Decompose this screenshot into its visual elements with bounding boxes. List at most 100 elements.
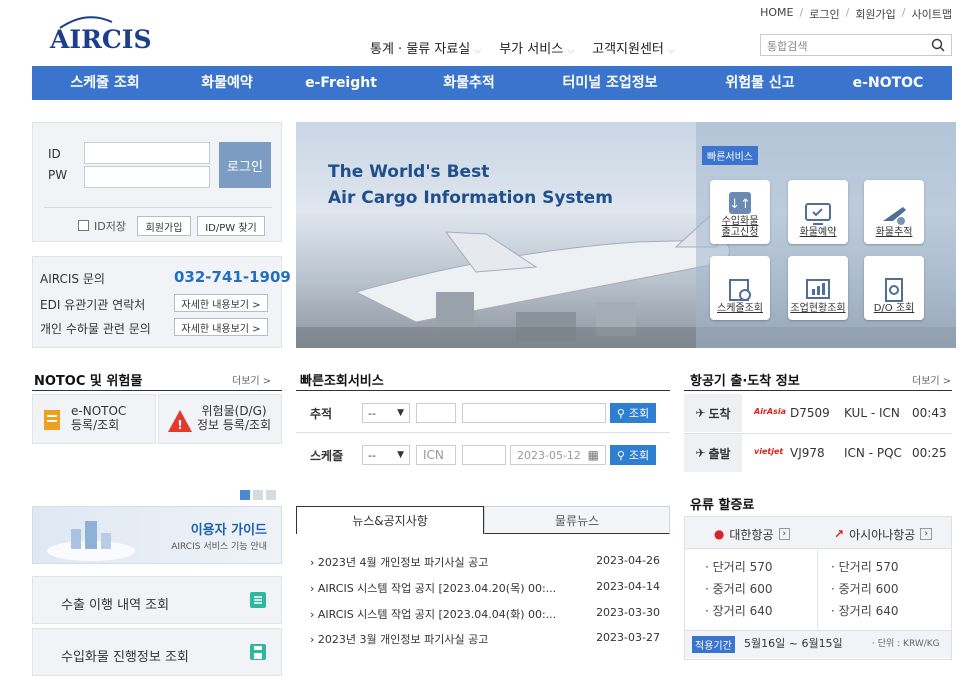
guide-illustration [47, 521, 135, 561]
contact-edi-detail[interactable]: 자세한 내용보기 > [174, 294, 268, 312]
warning-icon: ! [168, 410, 192, 432]
util-sitemap[interactable]: 사이트맵 [912, 6, 952, 22]
news-date: 2023-03-30 [596, 606, 660, 619]
logistics-news-tab[interactable]: 물류뉴스 [484, 506, 670, 534]
flight-title: 항공기 출·도착 정보 [690, 374, 800, 389]
slide-dot-2[interactable] [253, 490, 263, 500]
slider-indicator [240, 490, 276, 500]
import-release-icon: ↓↑ [729, 192, 751, 214]
slide-dot-1[interactable] [240, 490, 250, 500]
track-prefix-select[interactable]: -- ▼ [362, 403, 410, 423]
find-idpw-button[interactable]: ID/PW 찾기 [197, 216, 265, 236]
util-login[interactable]: 로그인 [809, 6, 839, 22]
main-banner[interactable]: The World's Best Air Cargo Information S… [296, 122, 956, 348]
login-button[interactable]: 로그인 [219, 142, 271, 188]
notoc-more-link[interactable]: 더보기 > [232, 372, 271, 387]
asiana-more-icon[interactable]: › [920, 528, 932, 540]
svg-text:!: ! [177, 418, 182, 432]
track-search-button[interactable]: ⚲ 조회 [610, 403, 656, 423]
id-field[interactable] [84, 142, 210, 164]
fuel-title: 유류 할증료 [690, 498, 755, 513]
banner-line1: The World's Best [328, 162, 490, 182]
news-item[interactable]: › AIRCIS 시스템 작업 공지 [2023.04.04(화) 00:...… [310, 606, 660, 622]
flight-more-link[interactable]: 더보기 > [912, 372, 951, 387]
departure-time: 00:25 [912, 446, 947, 460]
nav-dg-report[interactable]: 위험물 신고 [700, 66, 820, 100]
enotoc-tile[interactable]: e-NOTOC 등록/조회 [32, 394, 156, 444]
news-item[interactable]: › 2023년 3월 개인정보 파기사실 공고 2023-03-27 [310, 631, 660, 647]
quick-import-release[interactable]: ↓↑ 수입화물 출고신청 [710, 180, 770, 244]
quick-booking[interactable]: 화물예약 [788, 180, 848, 244]
quick-do[interactable]: D/O 조회 [864, 256, 924, 320]
schedule-destination[interactable] [462, 445, 506, 465]
contact-baggage-detail[interactable]: 자세한 내용보기 > [174, 318, 268, 336]
submenu-services[interactable]: 부가 서비스 ⌵ [499, 38, 574, 57]
list-icon [250, 592, 266, 608]
id-label: ID [48, 147, 61, 161]
news-date: 2023-03-27 [596, 631, 660, 644]
calendar-icon[interactable]: ▦ [588, 448, 599, 462]
join-button[interactable]: 회원가입 [137, 216, 191, 236]
quick-schedule[interactable]: 스케줄조회 [710, 256, 770, 320]
fuel-ke-mid: · 중거리 600 [705, 582, 773, 596]
quick-tracking[interactable]: 화물추적 [864, 180, 924, 244]
util-join[interactable]: 회원가입 [855, 6, 895, 22]
departure-tab[interactable]: ✈ 출발 [684, 434, 742, 472]
submenu-support[interactable]: 고객지원센터 ⌵ [592, 38, 675, 57]
quick-operation[interactable]: 조업현황조회 [788, 256, 848, 320]
news-tab-active[interactable]: 뉴스&공지사항 [296, 506, 484, 534]
submenu-stats[interactable]: 통계 · 물류 자료실 ⌵ [370, 38, 481, 57]
util-home[interactable]: HOME [760, 6, 793, 22]
import-progress-link[interactable]: 수입화물 진행정보 조회 [32, 628, 282, 676]
departure-flight-no: VJ978 [790, 446, 825, 460]
search-icon[interactable] [931, 38, 945, 52]
nav-schedule[interactable]: 스케줄 조회 [50, 66, 160, 100]
nav-efreight[interactable]: e-Freight [286, 66, 396, 100]
save-id-checkbox[interactable] [78, 220, 89, 231]
schedule-origin[interactable]: ICN [416, 445, 456, 465]
schedule-search-button[interactable]: ⚲ 조회 [610, 445, 656, 465]
korean-air-more-icon[interactable]: › [778, 528, 791, 540]
contact-aircis-label: AIRCIS 문의 [40, 272, 105, 286]
asiana-tab[interactable]: ↗ 아시아나항공 › [820, 524, 946, 544]
pw-field[interactable] [84, 166, 210, 188]
logo[interactable]: AIRCIS [46, 14, 156, 54]
fuel-ke-short: · 단거리 570 [705, 560, 773, 574]
news-item[interactable]: › 2023년 4월 개인정보 파기사실 공고 2023-04-26 [310, 554, 660, 570]
search-icon: ⚲ [616, 448, 625, 462]
news-date: 2023-04-14 [596, 580, 660, 593]
chart-icon [806, 279, 830, 299]
quicksearch-row-divider [296, 432, 670, 433]
logistics-news-tab-label: 물류뉴스 [554, 513, 600, 528]
fuel-oz-mid: · 중거리 600 [831, 582, 899, 596]
flight-divider [684, 390, 952, 391]
nav-booking[interactable]: 화물예약 [172, 66, 282, 100]
arrival-route: KUL - ICN [844, 406, 900, 420]
news-item[interactable]: › AIRCIS 시스템 작업 공지 [2023.04.20(목) 00:...… [310, 580, 660, 596]
enotoc-icon [44, 410, 60, 430]
schedule-type-select[interactable]: -- ▼ [362, 445, 410, 465]
search-icon: ⚲ [616, 406, 625, 420]
flight-row-arrival[interactable]: ✈ 도착 AirAsia D7509 KUL - ICN 00:43 [684, 394, 952, 432]
nav-terminal[interactable]: 터미널 조업정보 [540, 66, 680, 100]
slide-dot-3[interactable] [266, 490, 276, 500]
track-awb-prefix[interactable] [416, 403, 456, 423]
dg-tile[interactable]: ! 위험물(D/G) 정보 등록/조회 [158, 394, 282, 444]
korean-air-tab[interactable]: ● 대한항공 › [690, 524, 814, 544]
search-box[interactable]: 통합검색 [760, 34, 952, 56]
airasia-logo: AirAsia [754, 407, 786, 416]
nav-tracking[interactable]: 화물추적 [414, 66, 524, 100]
user-guide-banner[interactable]: 이용자 가이드 AIRCIS 서비스 기능 안내 [32, 506, 282, 564]
arrival-tab[interactable]: ✈ 도착 [684, 394, 742, 432]
export-history-link[interactable]: 수출 이행 내역 조회 [32, 576, 282, 624]
fuel-oz-long: · 장거리 640 [831, 604, 899, 618]
search-input[interactable]: 통합검색 [767, 38, 807, 54]
nav-enotoc[interactable]: e-NOTOC [828, 66, 948, 100]
export-history-label: 수출 이행 내역 조회 [61, 598, 170, 613]
flight-row-departure[interactable]: ✈ 출발 vietjet VJ978 ICN - PQC 00:25 [684, 434, 952, 472]
enotoc-label: e-NOTOC 등록/조회 [71, 404, 127, 432]
schedule-date[interactable]: 2023-05-12 ▦ [510, 445, 606, 465]
track-awb-number[interactable] [462, 403, 606, 423]
fuel-ke-long: · 장거리 640 [705, 604, 773, 618]
contact-baggage-label: 개인 수하물 관련 문의 [40, 322, 151, 336]
